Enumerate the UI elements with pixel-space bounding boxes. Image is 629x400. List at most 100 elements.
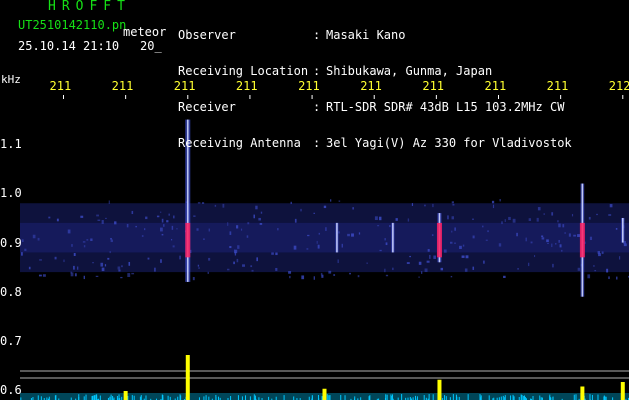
noise-speck: [300, 208, 302, 212]
x-tick-label: 211: [360, 79, 382, 93]
noise-speck: [70, 272, 74, 277]
noise-speck: [593, 265, 595, 267]
noise-speck: [73, 252, 76, 257]
noise-speck: [80, 215, 84, 218]
level-noise: [140, 395, 142, 400]
noise-speck: [406, 262, 410, 264]
noise-speck: [379, 216, 382, 221]
noise-band-core: [20, 222, 629, 253]
noise-speck: [288, 271, 292, 274]
level-noise: [116, 395, 118, 400]
noise-speck: [577, 234, 581, 238]
noise-speck: [101, 267, 105, 272]
noise-speck: [443, 249, 447, 253]
app-logo: HROFFT: [48, 0, 131, 14]
level-noise: [575, 394, 577, 400]
noise-speck: [159, 211, 162, 213]
level-noise: [523, 395, 525, 400]
noise-speck: [530, 241, 533, 244]
level-noise: [467, 394, 469, 400]
noise-speck: [271, 252, 274, 255]
noise-speck: [587, 274, 591, 279]
y-tick-label: 1.0: [0, 186, 22, 201]
noise-speck: [317, 244, 320, 249]
info-label-location: Receiving Location: [178, 64, 309, 78]
meteor-head: [436, 222, 442, 258]
y-tick-label: 0.7: [0, 333, 22, 348]
meteor-head: [185, 222, 191, 258]
noise-speck: [294, 218, 297, 223]
noise-speck: [558, 239, 560, 243]
noise-speck: [242, 264, 246, 267]
noise-speck: [173, 215, 175, 219]
noise-speck: [503, 275, 506, 279]
noise-speck: [171, 225, 174, 230]
noise-speck: [472, 266, 475, 270]
level-noise: [428, 394, 430, 400]
level-noise: [55, 395, 57, 400]
noise-speck: [418, 261, 422, 265]
noise-speck: [97, 219, 101, 221]
noise-speck: [426, 260, 430, 263]
noise-speck: [571, 213, 574, 217]
level-noise: [110, 394, 112, 400]
noise-speck: [596, 213, 598, 216]
noise-speck: [597, 251, 600, 254]
level-noise: [133, 395, 135, 400]
level-noise: [386, 394, 388, 400]
noise-speck: [77, 266, 79, 270]
noise-speck: [179, 255, 181, 260]
noise-speck: [485, 239, 488, 241]
noise-speck: [328, 270, 332, 274]
noise-speck: [168, 213, 170, 216]
noise-speck: [193, 215, 196, 217]
noise-speck: [543, 213, 545, 215]
noise-speck: [196, 228, 199, 231]
noise-speck: [131, 272, 135, 275]
level-noise: [241, 396, 243, 400]
level-noise: [340, 394, 342, 400]
noise-speck: [96, 214, 99, 217]
x-tick-label: 211: [484, 79, 507, 93]
level-noise: [245, 395, 247, 400]
noise-speck: [101, 220, 104, 224]
noise-speck: [118, 269, 121, 272]
noise-speck: [451, 201, 454, 204]
level-noise: [445, 396, 447, 400]
level-noise: [591, 394, 593, 400]
noise-speck: [464, 268, 468, 272]
x-tick-label: 211: [298, 79, 320, 93]
noise-speck: [499, 198, 501, 202]
noise-speck: [63, 259, 65, 263]
noise-speck: [528, 218, 532, 221]
noise-speck: [546, 239, 549, 243]
noise-speck: [562, 224, 565, 228]
noise-speck: [290, 201, 292, 205]
noise-speck: [127, 273, 131, 277]
noise-speck: [117, 266, 121, 270]
noise-speck: [110, 237, 112, 240]
level-noise: [452, 394, 454, 400]
level-noise: [203, 396, 205, 400]
level-noise: [205, 395, 207, 400]
noise-speck: [105, 217, 107, 219]
noise-speck: [619, 256, 621, 260]
file-name: UT2510142110.pn: [18, 18, 127, 32]
noise-speck: [28, 266, 31, 270]
y-tick-label: 1.1: [0, 137, 22, 152]
noise-speck: [472, 235, 475, 239]
level-noise: [513, 396, 515, 400]
noise-speck: [577, 267, 581, 271]
level-noise: [92, 395, 94, 400]
noise-speck: [351, 233, 354, 237]
noise-speck: [293, 245, 297, 250]
noise-speck: [233, 261, 235, 265]
noise-speck: [451, 216, 455, 220]
noise-speck: [411, 203, 414, 206]
noise-speck: [86, 239, 89, 241]
level-noise: [37, 395, 39, 400]
noise-speck: [160, 259, 162, 263]
noise-speck: [450, 241, 453, 244]
level-noise: [329, 395, 331, 400]
noise-speck: [459, 245, 462, 249]
